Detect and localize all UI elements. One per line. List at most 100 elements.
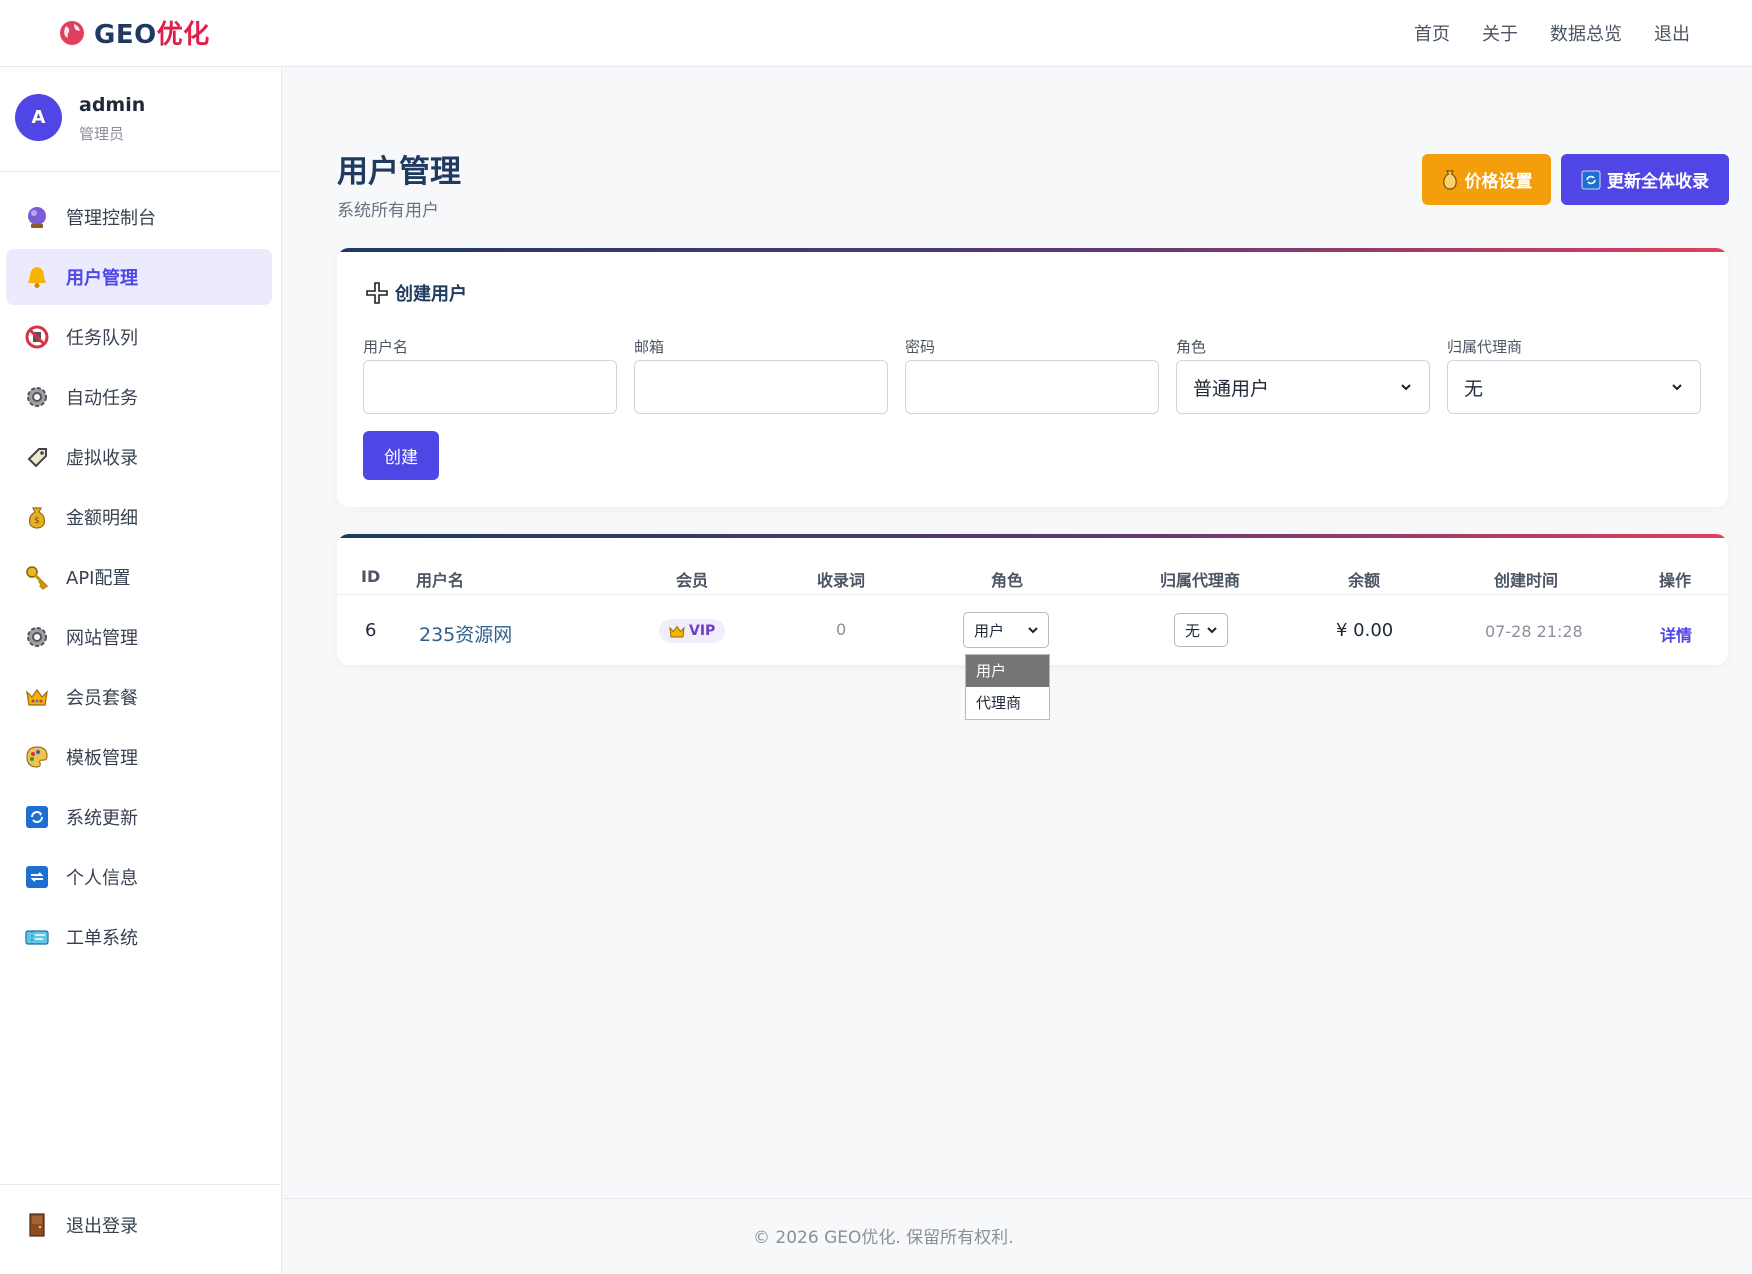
page-title: 用户管理: [337, 154, 461, 190]
brand-logo[interactable]: GEO优化: [58, 14, 210, 51]
sidebar-item-label: 金额明细: [66, 508, 138, 529]
sidebar-item-profile[interactable]: 个人信息: [6, 849, 272, 905]
door-icon: [23, 1211, 51, 1239]
refresh-all-index-button[interactable]: 更新全体收录: [1561, 154, 1729, 205]
create-user-heading: 创建用户: [365, 280, 467, 306]
sidebar-item-label: 虚拟收录: [66, 448, 138, 469]
crown-icon: [669, 625, 685, 637]
price-settings-label: 价格设置: [1464, 172, 1533, 192]
card-accent-line: [337, 534, 1728, 538]
sidebar-item-site-management[interactable]: 网站管理: [6, 609, 272, 665]
cell-id: 6: [365, 620, 377, 641]
create-user-card: 创建用户 用户名 邮箱 密码 角色 普通用户 归属代理商 无 创建: [337, 248, 1728, 507]
logout-label: 退出登录: [66, 1216, 138, 1237]
sidebar-item-label: 工单系统: [66, 928, 138, 949]
no-entry-icon: [23, 323, 51, 351]
money-bag-icon: [1442, 169, 1457, 190]
role-option-agent[interactable]: 代理商: [966, 687, 1049, 719]
role-select[interactable]: 普通用户: [1176, 360, 1430, 414]
agent-select[interactable]: 无: [1447, 360, 1701, 414]
user-role: 管理员: [79, 125, 125, 143]
users-table: ID 用户名 会员 收录词 角色 归属代理商 余额 创建时间 操作 6 235资…: [337, 534, 1728, 665]
brand-name: GEO优化: [94, 14, 210, 51]
user-card: A admin 管理员: [0, 67, 281, 172]
sidebar-item-membership-plans[interactable]: 会员套餐: [6, 669, 272, 725]
vip-badge-label: VIP: [689, 623, 716, 639]
column-header-role: 角色: [991, 571, 1024, 590]
top-bar: GEO优化 首页 关于 数据总览 退出: [0, 0, 1752, 67]
username-input[interactable]: [363, 360, 617, 414]
create-user-title: 创建用户: [395, 284, 467, 305]
sidebar-item-ticket-system[interactable]: 工单系统: [6, 909, 272, 965]
brand-name-part1: GEO: [94, 20, 157, 50]
gear-icon: [23, 383, 51, 411]
column-header-id: ID: [361, 567, 381, 586]
avatar[interactable]: A: [15, 94, 62, 141]
password-label: 密码: [905, 338, 936, 356]
nav-data-overview[interactable]: 数据总览: [1550, 20, 1622, 46]
cell-role-value: 用户: [974, 621, 1005, 640]
nav-logout[interactable]: 退出: [1654, 20, 1690, 46]
nav-about[interactable]: 关于: [1482, 20, 1518, 46]
sidebar-item-system-update[interactable]: 系统更新: [6, 789, 272, 845]
role-select-value: 普通用户: [1193, 377, 1270, 400]
email-input[interactable]: [634, 360, 888, 414]
cell-keywords: 0: [836, 620, 847, 639]
key-icon: [23, 563, 51, 591]
chevron-down-icon: [1401, 384, 1411, 391]
sidebar-menu: 管理控制台 用户管理 任务队列 自动任务 虚拟收录 $ 金额明细 API配置 网…: [0, 189, 282, 969]
cell-agent-select[interactable]: 无: [1174, 613, 1228, 647]
chevron-down-icon: [1672, 384, 1682, 391]
nav-home[interactable]: 首页: [1414, 20, 1450, 46]
repeat-icon: [23, 863, 51, 891]
sidebar-item-amount-details[interactable]: $ 金额明细: [6, 489, 272, 545]
copyright-text: © 2026 GEO优化. 保留所有权利.: [753, 1228, 1014, 1248]
sidebar-item-label: 会员套餐: [66, 688, 138, 709]
logout-button[interactable]: 退出登录: [23, 1211, 138, 1239]
sidebar: A admin 管理员 管理控制台 用户管理 任务队列 自动任务 虚拟收录 $ …: [0, 67, 282, 1274]
svg-text:$: $: [34, 516, 40, 526]
role-dropdown-menu: 用户 代理商: [965, 654, 1050, 720]
gear-icon: [23, 623, 51, 651]
price-settings-button[interactable]: 价格设置: [1422, 154, 1551, 205]
password-input[interactable]: [905, 360, 1159, 414]
column-header-actions: 操作: [1659, 571, 1692, 590]
sidebar-item-virtual-index[interactable]: 虚拟收录: [6, 429, 272, 485]
globe-icon: [60, 20, 84, 45]
sidebar-item-template-management[interactable]: 模板管理: [6, 729, 272, 785]
create-button[interactable]: 创建: [363, 431, 439, 480]
sidebar-item-label: 自动任务: [66, 388, 138, 409]
cell-role-select[interactable]: 用户: [963, 612, 1049, 648]
sidebar-item-auto-tasks[interactable]: 自动任务: [6, 369, 272, 425]
sidebar-footer: 退出登录: [0, 1184, 282, 1274]
sidebar-item-api-config[interactable]: API配置: [6, 549, 272, 605]
column-header-username: 用户名: [416, 571, 465, 590]
sidebar-item-task-queue[interactable]: 任务队列: [6, 309, 272, 365]
column-header-keywords: 收录词: [817, 571, 866, 590]
page-subtitle: 系统所有用户: [337, 201, 439, 221]
chevron-down-icon: [1207, 627, 1217, 634]
sidebar-item-users[interactable]: 用户管理: [6, 249, 272, 305]
role-label: 角色: [1176, 338, 1207, 356]
crystal-ball-icon: [23, 203, 51, 231]
cell-username-link[interactable]: 235资源网: [419, 620, 512, 647]
cell-agent-value: 无: [1185, 621, 1201, 640]
sidebar-item-label: API配置: [66, 568, 131, 589]
column-header-balance: 余额: [1348, 571, 1381, 590]
vip-badge: VIP: [659, 619, 726, 643]
role-option-user[interactable]: 用户: [966, 655, 1049, 687]
sidebar-item-label: 网站管理: [66, 628, 138, 649]
chevron-down-icon: [1028, 627, 1038, 634]
top-nav: 首页 关于 数据总览 退出: [1414, 20, 1690, 46]
agent-select-value: 无: [1464, 377, 1484, 400]
details-link[interactable]: 详情: [1660, 622, 1692, 646]
username-label: 用户名: [363, 338, 409, 356]
column-header-member: 会员: [676, 571, 709, 590]
user-name: admin: [79, 94, 146, 116]
sidebar-item-label: 模板管理: [66, 748, 138, 769]
tag-icon: [23, 443, 51, 471]
sidebar-item-dashboard[interactable]: 管理控制台: [6, 189, 272, 245]
ticket-icon: [23, 923, 51, 951]
agent-label: 归属代理商: [1447, 338, 1523, 356]
crown-icon: [23, 683, 51, 711]
